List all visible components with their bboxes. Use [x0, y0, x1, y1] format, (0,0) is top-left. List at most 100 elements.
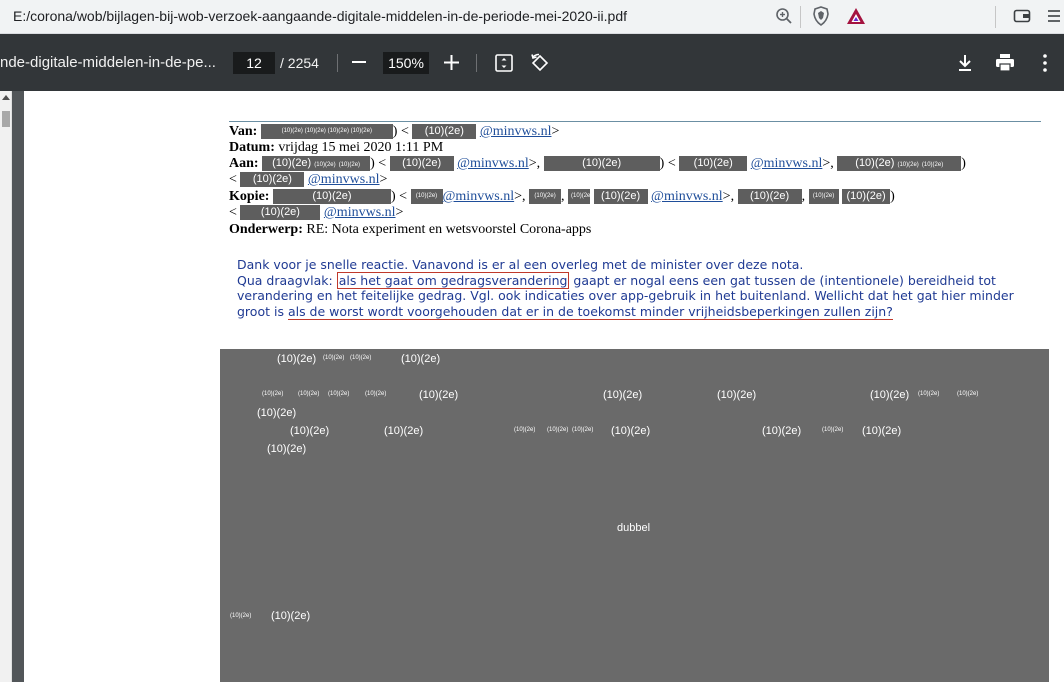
redaction-code: (10)(2e) [365, 391, 387, 397]
brave-shield-icon[interactable] [812, 6, 830, 26]
body-line: groot is als de worst wordt voorgehouden… [237, 303, 893, 320]
redaction-code: (10)(2e) [762, 425, 802, 437]
to-label: Aan: [229, 156, 259, 171]
date-label: Datum: [229, 140, 275, 155]
email-link[interactable]: @minvws.nl [443, 189, 515, 204]
email-link[interactable]: @minvws.nl [751, 156, 823, 171]
email-link[interactable]: @minvws.nl [308, 172, 380, 187]
document-title: nde-digitale-middelen-in-de-pe... [0, 54, 216, 71]
rotate-icon[interactable] [530, 53, 550, 73]
redaction-code: (10)(2e) [572, 427, 594, 433]
redaction: (10)(2e) [737, 189, 802, 205]
highlighted-phrase: als het gaat om gedragsverandering [336, 271, 570, 289]
url-text[interactable]: E:/corona/wob/bijlagen-bij-wob-verzoek-a… [13, 8, 627, 24]
divider [800, 6, 801, 28]
scroll-up-arrow-icon[interactable] [2, 95, 10, 100]
redaction: (10)(2e) [568, 189, 592, 205]
redaction: (10)(2e) [410, 189, 443, 205]
redaction-code: (10)(2e) [957, 391, 979, 397]
email-link[interactable]: @minvws.nl [480, 124, 552, 139]
redaction-code: (10)(2e) [328, 391, 350, 397]
email-link[interactable]: @minvws.nl [324, 205, 396, 220]
divider [476, 54, 477, 72]
redaction-block: (10)(2e) (10)(2e) (10)(2e) (10)(2e) (10)… [220, 349, 1049, 682]
zoom-in-button[interactable] [444, 55, 459, 70]
address-bar[interactable]: E:/corona/wob/bijlagen-bij-wob-verzoek-a… [0, 0, 1064, 34]
header-rule [229, 121, 1041, 122]
email-body: Dank voor je snelle reactie. Vanavond is… [237, 257, 1017, 320]
redaction-code: (10)(2e) [547, 427, 569, 433]
redaction-code: (10)(2e) [298, 391, 320, 397]
redaction-code: (10)(2e) [717, 389, 757, 401]
redaction: (10)(2e) (10)(2e) (10)(2e) (10)(2e) [260, 124, 393, 140]
body-line: Dank voor je snelle reactie. Vanavond is… [237, 257, 804, 272]
redaction-code: (10)(2e) [267, 443, 307, 455]
page-total: / 2254 [280, 55, 319, 71]
zoom-out-button[interactable] [352, 61, 366, 63]
email-to-row: Aan: (10)(2e) (10)(2e) (10)(2e)) < (10)(… [229, 156, 966, 172]
redaction: (10)(2e) [240, 205, 321, 221]
redaction: (10)(2e) [543, 156, 660, 172]
pdf-toolbar: nde-digitale-middelen-in-de-pe... 12 / 2… [0, 34, 1064, 91]
email-from-row: Van: (10)(2e) (10)(2e) (10)(2e) (10)(2e)… [229, 124, 560, 140]
redaction-code: (10)(2e) [514, 427, 536, 433]
subject-label: Onderwerp: [229, 222, 303, 237]
redaction-code: (10)(2e) [918, 391, 940, 397]
redaction-code: (10)(2e) [350, 355, 372, 361]
redaction: (10)(2e) (10)(2e) (10)(2e) [262, 156, 371, 172]
email-link[interactable]: @minvws.nl [457, 156, 529, 171]
scrollbar-thumb[interactable] [2, 111, 10, 127]
email-subject-row: Onderwerp: RE: Nota experiment en wetsvo… [229, 221, 591, 238]
redaction-code: (10)(2e) [870, 389, 910, 401]
cc-label: Kopie: [229, 189, 270, 204]
email-date-row: Datum: vrijdag 15 mei 2020 1:11 PM [229, 139, 443, 156]
redaction: (10)(2e) [389, 156, 454, 172]
redaction: (10)(2e) [679, 156, 748, 172]
redaction-code: (10)(2e) [862, 425, 902, 437]
email-link[interactable]: @minvws.nl [651, 189, 723, 204]
redaction-code: (10)(2e) [257, 407, 297, 419]
redaction: (10)(2e) [272, 189, 391, 205]
redaction-code: (10)(2e) [271, 610, 311, 622]
pdf-viewer[interactable]: Van: (10)(2e) (10)(2e) (10)(2e) (10)(2e)… [0, 91, 1064, 682]
redaction: (10)(2e) (10)(2e) (10)(2e) [837, 156, 962, 172]
body-line: verandering en het feitelijke gedrag. Vg… [237, 288, 1014, 303]
more-options-icon[interactable] [1040, 53, 1050, 73]
page-number-input[interactable]: 12 [233, 52, 275, 74]
email-cc-row-cont: < (10)(2e) @minvws.nl> [229, 205, 404, 221]
redaction-code: (10)(2e) [230, 613, 252, 619]
redaction-code: (10)(2e) [323, 355, 345, 361]
redaction-code: (10)(2e) [419, 389, 459, 401]
redaction-code: (10)(2e) [603, 389, 643, 401]
redaction-code: (10)(2e) [384, 425, 424, 437]
print-icon[interactable] [995, 53, 1015, 72]
from-label: Van: [229, 124, 258, 139]
zoom-icon[interactable] [775, 7, 793, 25]
redaction: (10)(2e) [808, 189, 839, 205]
pdf-page: Van: (10)(2e) (10)(2e) (10)(2e) (10)(2e)… [24, 91, 1064, 682]
vertical-scrollbar[interactable] [0, 91, 12, 682]
brave-rewards-icon[interactable] [846, 6, 866, 26]
divider [995, 6, 996, 28]
fit-to-page-icon[interactable] [495, 54, 513, 72]
redaction: (10)(2e) [593, 189, 648, 205]
body-line: Qua draagvlak: als het gaat om gedragsve… [237, 271, 996, 289]
download-icon[interactable] [956, 54, 974, 72]
underlined-phrase: als de worst wordt voorgehouden dat er i… [287, 303, 893, 320]
redaction-code: (10)(2e) [277, 353, 317, 365]
email-to-row-cont: < (10)(2e) @minvws.nl> [229, 172, 388, 188]
redaction-code: (10)(2e) [401, 353, 441, 365]
redaction-code: (10)(2e) [611, 425, 651, 437]
wallet-icon[interactable] [1013, 8, 1031, 24]
redaction: (10)(2e) [529, 189, 562, 205]
zoom-level-input[interactable]: 150% [383, 52, 429, 74]
redaction-code: (10)(2e) [822, 427, 844, 433]
subject-value: RE: Nota experiment en wetsvoorstel Coro… [306, 222, 592, 237]
redaction: (10)(2e) [842, 189, 891, 205]
redaction-code: (10)(2e) [262, 391, 284, 397]
divider [337, 54, 338, 72]
hamburger-menu-icon[interactable] [1046, 8, 1062, 24]
date-value: vrijdag 15 mei 2020 1:11 PM [278, 140, 444, 155]
redaction-center-label: dubbel [617, 522, 651, 534]
redaction: (10)(2e) [240, 172, 305, 188]
